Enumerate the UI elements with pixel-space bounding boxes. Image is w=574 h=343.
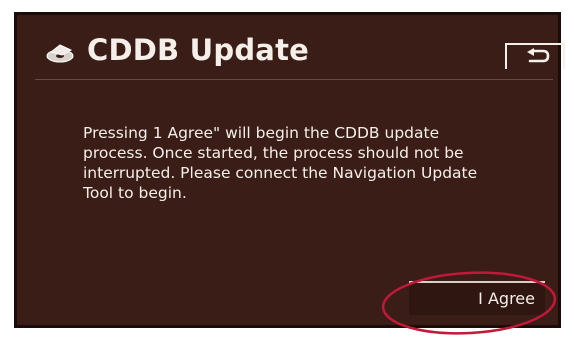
page: CDDB Update Pressing 1 Agree" will begin…: [0, 0, 574, 343]
update-message: Pressing 1 Agree" will begin the CDDB up…: [83, 124, 478, 202]
disc-icon: [46, 44, 74, 63]
return-arrow-icon: [527, 48, 550, 63]
page-title: CDDB Update: [87, 33, 309, 67]
agree-button[interactable]: I Agree: [409, 281, 545, 315]
title-divider: [35, 79, 553, 80]
title-bar: CDDB Update: [45, 33, 565, 77]
back-button[interactable]: [505, 43, 565, 69]
agree-button-label: I Agree: [478, 289, 535, 308]
navigation-screen: CDDB Update Pressing 1 Agree" will begin…: [14, 12, 565, 328]
